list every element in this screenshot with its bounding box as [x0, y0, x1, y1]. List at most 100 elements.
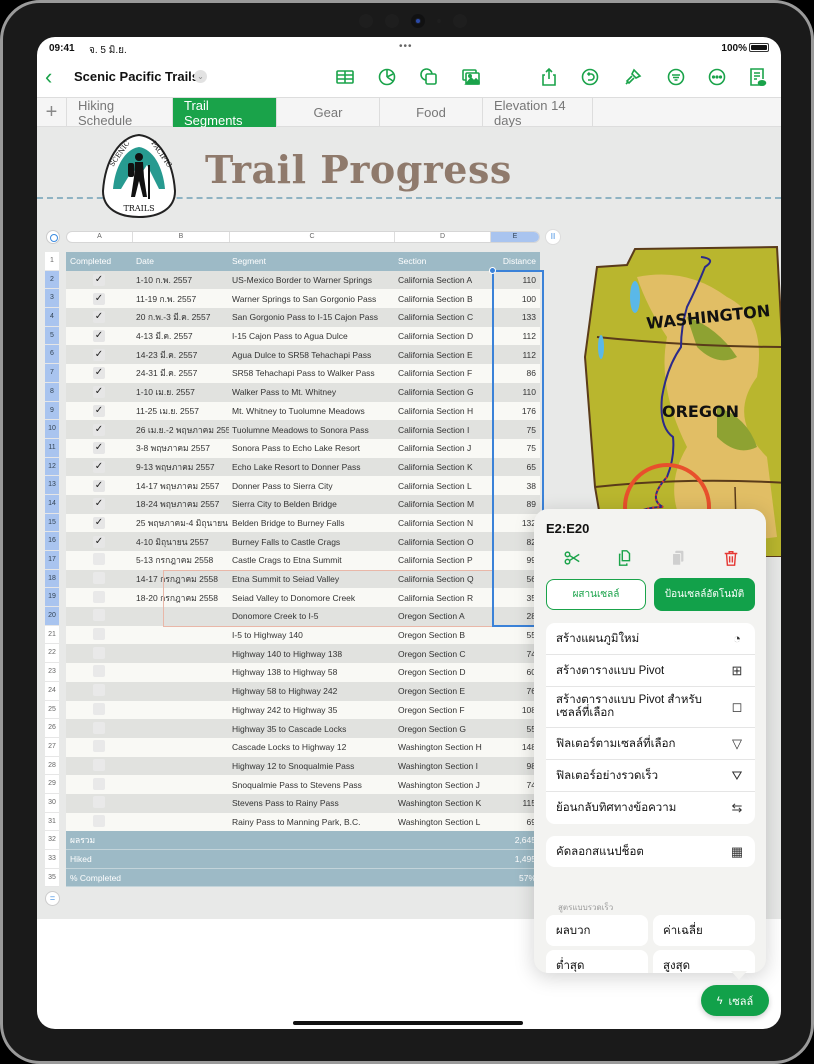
- date-cell[interactable]: 4-13 มี.ค. 2557: [132, 329, 229, 343]
- completed-cell[interactable]: ✓: [66, 274, 132, 287]
- row-header[interactable]: 6: [45, 345, 59, 365]
- section-cell[interactable]: California Section F: [394, 368, 490, 378]
- segment-cell[interactable]: Highway 140 to Highway 138: [229, 649, 394, 659]
- segment-cell[interactable]: Rainy Pass to Manning Park, B.C.: [229, 817, 394, 827]
- footer-value[interactable]: 57%: [490, 873, 540, 883]
- distance-cell[interactable]: 148: [490, 742, 540, 752]
- distance-cell[interactable]: 28: [490, 611, 540, 621]
- completed-checkbox[interactable]: [93, 553, 105, 566]
- segment-cell[interactable]: Donomore Creek to I-5: [229, 611, 394, 621]
- menu-item-copy-snapshot[interactable]: คัดลอกสแนปช็อต ▦: [546, 836, 755, 867]
- completed-cell[interactable]: ✓: [66, 498, 132, 511]
- section-cell[interactable]: Oregon Section D: [394, 667, 490, 677]
- distance-cell[interactable]: 100: [490, 294, 540, 304]
- completed-cell[interactable]: ✓: [66, 386, 132, 399]
- completed-cell[interactable]: [66, 553, 132, 567]
- distance-cell[interactable]: 55: [490, 724, 540, 734]
- completed-checkbox[interactable]: ✓: [93, 404, 105, 417]
- completed-checkbox[interactable]: [93, 702, 105, 715]
- completed-checkbox[interactable]: ✓: [93, 367, 105, 380]
- row-header[interactable]: 4: [45, 308, 59, 327]
- segment-cell[interactable]: Highway 138 to Highway 58: [229, 667, 394, 677]
- date-cell[interactable]: 18-20 กรกฎาคม 2558: [132, 591, 229, 605]
- distance-cell[interactable]: 176: [490, 406, 540, 416]
- row-header[interactable]: 35: [45, 868, 59, 888]
- row-header[interactable]: 16: [45, 532, 59, 551]
- distance-cell[interactable]: 75: [490, 443, 540, 453]
- completed-checkbox[interactable]: ✓: [93, 292, 105, 305]
- section-cell[interactable]: California Section B: [394, 294, 490, 304]
- segment-cell[interactable]: US-Mexico Border to Warner Springs: [229, 275, 394, 285]
- completed-cell[interactable]: [66, 796, 132, 810]
- distance-cell[interactable]: 76: [490, 686, 540, 696]
- distance-cell[interactable]: 86: [490, 368, 540, 378]
- row-header[interactable]: 19: [45, 588, 59, 608]
- completed-checkbox[interactable]: ✓: [93, 479, 105, 492]
- menu-item-pivot-table[interactable]: สร้างตารางแบบ Pivot ⊞: [546, 655, 755, 687]
- distance-cell[interactable]: 56: [490, 574, 540, 584]
- date-cell[interactable]: 20 ก.พ.-3 มี.ค. 2557: [132, 310, 229, 324]
- section-cell[interactable]: Washington Section I: [394, 761, 490, 771]
- row-header[interactable]: 12: [45, 457, 59, 477]
- tab-elevation-14-days[interactable]: Elevation 14 days: [483, 98, 593, 128]
- completed-checkbox[interactable]: ✓: [93, 311, 105, 324]
- completed-cell[interactable]: ✓: [66, 423, 132, 436]
- row-header[interactable]: 31: [45, 812, 59, 832]
- segment-cell[interactable]: Snoqualmie Pass to Stevens Pass: [229, 780, 394, 790]
- title-chevron-down-icon[interactable]: ⌄: [194, 70, 207, 83]
- distance-cell[interactable]: 38: [490, 481, 540, 491]
- section-cell[interactable]: Oregon Section C: [394, 649, 490, 659]
- row-header[interactable]: 1: [45, 252, 59, 271]
- completed-checkbox[interactable]: ✓: [93, 442, 105, 455]
- completed-checkbox[interactable]: ✓: [93, 386, 105, 399]
- section-cell[interactable]: California Section N: [394, 518, 490, 528]
- date-cell[interactable]: 3-8 พฤษภาคม 2557: [132, 441, 229, 455]
- segment-cell[interactable]: I-5 to Highway 140: [229, 630, 394, 640]
- completed-cell[interactable]: ✓: [66, 404, 132, 417]
- formula-average-button[interactable]: ค่าเฉลี่ย: [653, 915, 755, 946]
- distance-cell[interactable]: 74: [490, 649, 540, 659]
- back-button[interactable]: ‹: [45, 66, 52, 88]
- row-header[interactable]: 30: [45, 793, 59, 813]
- organize-icon[interactable]: [664, 65, 688, 89]
- distance-cell[interactable]: 112: [490, 331, 540, 341]
- date-cell[interactable]: 25 พฤษภาคม-4 มิถุนายน 2557: [132, 516, 229, 530]
- section-cell[interactable]: California Section G: [394, 387, 490, 397]
- completed-checkbox[interactable]: [93, 665, 105, 678]
- completed-cell[interactable]: ✓: [66, 442, 132, 455]
- footer-value[interactable]: 2,645: [490, 835, 540, 845]
- selection-handle[interactable]: [489, 267, 496, 274]
- distance-cell[interactable]: 35: [490, 593, 540, 603]
- distance-cell[interactable]: 75: [490, 425, 540, 435]
- row-header[interactable]: 23: [45, 663, 59, 682]
- row-header[interactable]: 25: [45, 700, 59, 720]
- completed-cell[interactable]: [66, 721, 132, 736]
- segment-cell[interactable]: Echo Lake Resort to Donner Pass: [229, 462, 394, 472]
- completed-checkbox[interactable]: [93, 590, 105, 603]
- section-cell[interactable]: Washington Section K: [394, 798, 490, 808]
- paste-icon[interactable]: [667, 547, 689, 569]
- autofill-cells-button[interactable]: ป้อนเซลล์อัตโนมัติ: [654, 578, 755, 611]
- sheet-title[interactable]: Trail Progress: [205, 147, 512, 192]
- segment-cell[interactable]: Walker Pass to Mt. Whitney: [229, 387, 394, 397]
- section-cell[interactable]: California Section P: [394, 555, 490, 565]
- formula-max-button[interactable]: สูงสุด: [653, 950, 755, 973]
- menu-item-filter-selection[interactable]: ฟิลเตอร์ตามเซลล์ที่เลือก ▽: [546, 728, 755, 760]
- section-cell[interactable]: California Section D: [394, 331, 490, 341]
- section-cell[interactable]: Washington Section L: [394, 817, 490, 827]
- date-cell[interactable]: 4-10 มิถุนายน 2557: [132, 535, 229, 549]
- menu-item-reverse-text-direction[interactable]: ย้อนกลับทิศทางข้อความ ⇆: [546, 792, 755, 824]
- row-header[interactable]: 5: [45, 326, 59, 346]
- date-cell[interactable]: 14-23 มี.ค. 2557: [132, 348, 229, 362]
- date-cell[interactable]: 11-25 เม.ย. 2557: [132, 404, 229, 418]
- section-cell[interactable]: Oregon Section G: [394, 724, 490, 734]
- row-header[interactable]: 9: [45, 401, 59, 421]
- completed-checkbox[interactable]: [93, 758, 105, 771]
- segment-cell[interactable]: Belden Bridge to Burney Falls: [229, 518, 394, 528]
- segment-cell[interactable]: Donner Pass to Sierra City: [229, 481, 394, 491]
- segment-cell[interactable]: Sierra City to Belden Bridge: [229, 499, 394, 509]
- completed-checkbox[interactable]: [93, 814, 105, 827]
- row-header[interactable]: 22: [45, 644, 59, 664]
- segment-cell[interactable]: Highway 242 to Highway 35: [229, 705, 394, 715]
- undo-icon[interactable]: [578, 65, 602, 89]
